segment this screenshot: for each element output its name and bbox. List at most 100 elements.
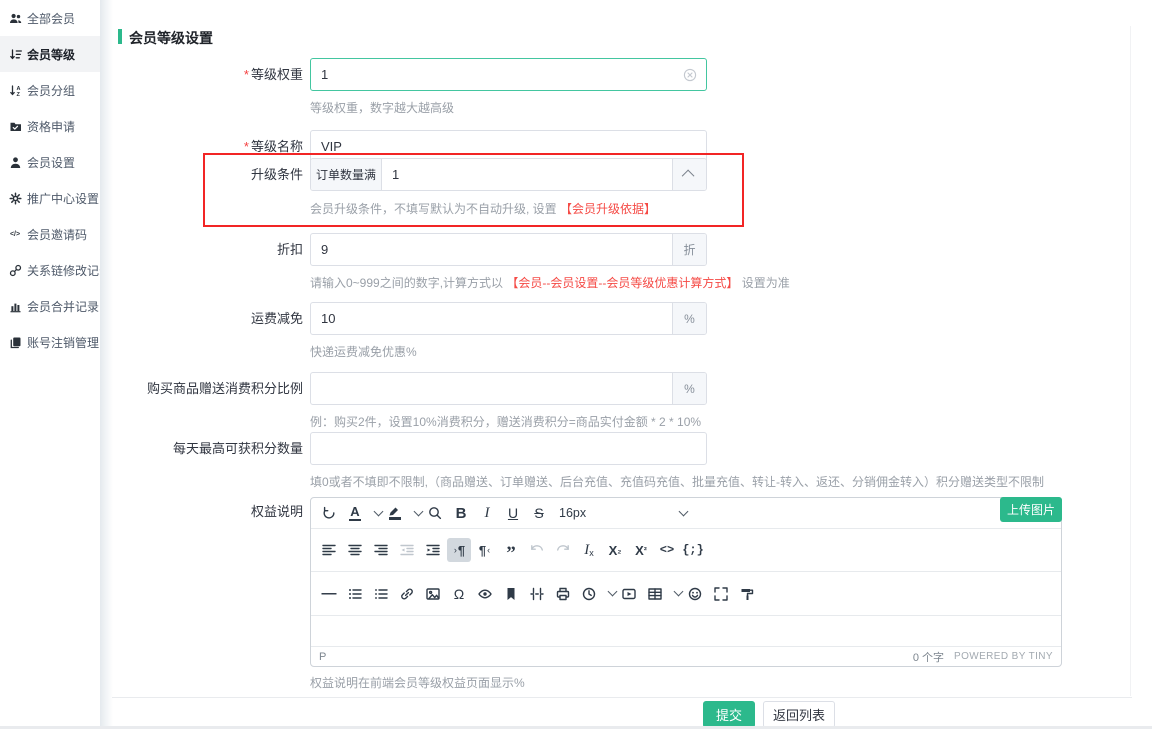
upgrade-condition-step-button[interactable] xyxy=(672,159,706,190)
special-char-icon[interactable]: Ω xyxy=(447,582,471,606)
points-ratio-unit: % xyxy=(672,373,706,404)
underline-icon[interactable]: U xyxy=(501,501,525,525)
align-left-icon[interactable] xyxy=(317,538,341,562)
required-asterisk: * xyxy=(244,139,249,154)
editor-element-path[interactable]: P xyxy=(319,651,326,663)
clear-icon[interactable] xyxy=(683,68,697,82)
points-ratio-input[interactable] xyxy=(311,373,672,404)
upgrade-condition-input[interactable] xyxy=(382,159,672,190)
chain-link-icon xyxy=(8,264,22,277)
print-icon[interactable] xyxy=(551,582,575,606)
rich-text-editor: A B I U S 16px ›¶ ¶‹ ” xyxy=(310,497,1062,667)
member-level-settings-page: 全部会员 会员等级 AZ 会员分组 资格申请 会员设置 推广中心设置 xyxy=(0,0,1152,729)
link-icon[interactable] xyxy=(395,582,419,606)
sidebar-item-label: 资格申请 xyxy=(27,118,75,135)
field-label-benefits: 权益说明 xyxy=(83,495,303,528)
bar-chart-icon xyxy=(8,300,22,313)
chevron-down-icon[interactable] xyxy=(674,587,684,597)
submit-button[interactable]: 提交 xyxy=(703,701,755,728)
search-icon[interactable] xyxy=(423,501,447,525)
bookmark-icon[interactable] xyxy=(499,582,523,606)
code-sample-icon[interactable]: {;} xyxy=(681,538,705,562)
sidebar-item-label: 推广中心设置 xyxy=(27,190,99,207)
daily-points-max-input[interactable] xyxy=(311,433,706,464)
sidebar-item-label: 账号注销管理 xyxy=(27,334,99,351)
upgrade-condition-tip: 会员升级条件，不填写默认为不自动升级, 设置 【会员升级依据】 xyxy=(310,200,656,217)
font-size-value: 16px xyxy=(559,506,586,520)
page-break-icon[interactable] xyxy=(525,582,549,606)
discount-unit: 折 xyxy=(672,234,706,265)
editor-status-bar: P 0 个字 POWERED BY TINY xyxy=(311,646,1061,666)
daily-points-max-tip: 填0或者不填即不限制,（商品赠送、订单赠送、后台充值、充值码充值、批量充值、转让… xyxy=(310,473,1044,490)
chevron-down-icon[interactable] xyxy=(414,506,424,516)
upgrade-condition-field: 订单数量满 xyxy=(310,158,707,191)
gear-icon xyxy=(8,192,22,205)
font-size-select[interactable]: 16px xyxy=(553,501,693,525)
qualification-folder-icon xyxy=(8,120,22,133)
table-icon[interactable] xyxy=(643,582,667,606)
content-right-border xyxy=(1130,26,1131,696)
svg-text:Z: Z xyxy=(16,92,20,97)
chevron-down-icon[interactable] xyxy=(374,506,384,516)
discount-input[interactable] xyxy=(311,234,672,265)
fullscreen-icon[interactable] xyxy=(709,582,733,606)
sidebar-item-all-members[interactable]: 全部会员 xyxy=(0,0,100,36)
format-painter-icon[interactable] xyxy=(735,582,759,606)
upgrade-basis-link[interactable]: 【会员升级依据】 xyxy=(560,202,656,216)
rtl-icon[interactable]: ¶‹ xyxy=(473,538,497,562)
background-color-pen-icon[interactable] xyxy=(383,501,407,525)
level-weight-input[interactable] xyxy=(311,59,683,90)
points-ratio-tip: 例：购买2件，设置10%消费积分，赠送消费积分=商品实付金额 * 2 * 10% xyxy=(310,413,701,430)
media-icon[interactable] xyxy=(617,582,641,606)
member-person-icon xyxy=(8,156,22,169)
subscript-icon[interactable]: X₂ xyxy=(603,538,627,562)
code-icon: </> xyxy=(8,228,22,241)
clear-format-icon[interactable]: Ix xyxy=(577,538,601,562)
sidebar-item-label: 会员等级 xyxy=(27,46,75,63)
bullet-list-icon[interactable] xyxy=(343,582,367,606)
field-label-upgrade-condition: 升级条件 xyxy=(83,158,303,191)
required-asterisk: * xyxy=(244,67,249,82)
upgrade-condition-prepend: 订单数量满 xyxy=(311,159,382,190)
emoji-icon[interactable] xyxy=(683,582,707,606)
superscript-icon[interactable]: X² xyxy=(629,538,653,562)
arrow-up-icon xyxy=(682,170,695,183)
undo-icon[interactable] xyxy=(525,538,549,562)
field-label-shipping-discount: 运费减免 xyxy=(83,302,303,335)
redo-icon[interactable] xyxy=(551,538,575,562)
upload-image-button[interactable]: 上传图片 xyxy=(1000,497,1062,522)
align-right-icon[interactable] xyxy=(369,538,393,562)
discount-calc-link[interactable]: 【会员--会员设置--会员等级优惠计算方式】 xyxy=(506,276,738,290)
align-center-icon[interactable] xyxy=(343,538,367,562)
editor-content-area[interactable] xyxy=(311,616,1061,646)
indent-icon[interactable] xyxy=(421,538,445,562)
ltr-icon[interactable]: ›¶ xyxy=(447,538,471,562)
editor-toolbar-row2: ›¶ ¶‹ ” Ix X₂ X² <> {;} xyxy=(311,529,1061,572)
italic-icon[interactable]: I xyxy=(475,501,499,525)
back-to-list-button[interactable]: 返回列表 xyxy=(763,701,835,728)
bold-icon[interactable]: B xyxy=(449,501,473,525)
daily-points-max-field xyxy=(310,432,707,465)
outdent-icon[interactable] xyxy=(395,538,419,562)
text-color-icon[interactable]: A xyxy=(343,501,367,525)
footer-divider xyxy=(112,697,1132,698)
chevron-down-icon[interactable] xyxy=(608,587,618,597)
editor-word-count: 0 个字 xyxy=(913,649,944,665)
horizontal-rule-icon[interactable]: — xyxy=(317,582,341,606)
image-icon[interactable] xyxy=(421,582,445,606)
sidebar: 全部会员 会员等级 AZ 会员分组 资格申请 会员设置 推广中心设置 xyxy=(0,0,100,729)
strikethrough-icon[interactable]: S xyxy=(527,501,551,525)
history-undo-icon[interactable] xyxy=(317,501,341,525)
numbered-list-icon[interactable] xyxy=(369,582,393,606)
page-title: 会员等级设置 xyxy=(129,28,213,48)
level-weight-field xyxy=(310,58,707,91)
inline-code-icon[interactable]: <> xyxy=(655,538,679,562)
blockquote-icon[interactable]: ” xyxy=(499,534,523,566)
shipping-discount-input[interactable] xyxy=(311,303,672,334)
sidebar-scrollbar[interactable] xyxy=(100,0,113,729)
insert-time-icon[interactable] xyxy=(577,582,601,606)
level-weight-tip: 等级权重，数字越大越高级 xyxy=(310,99,454,116)
preview-eye-icon[interactable] xyxy=(473,582,497,606)
shipping-discount-field: % xyxy=(310,302,707,335)
discount-tip: 请输入0~999之间的数字,计算方式以 【会员--会员设置--会员等级优惠计算方… xyxy=(310,274,790,291)
